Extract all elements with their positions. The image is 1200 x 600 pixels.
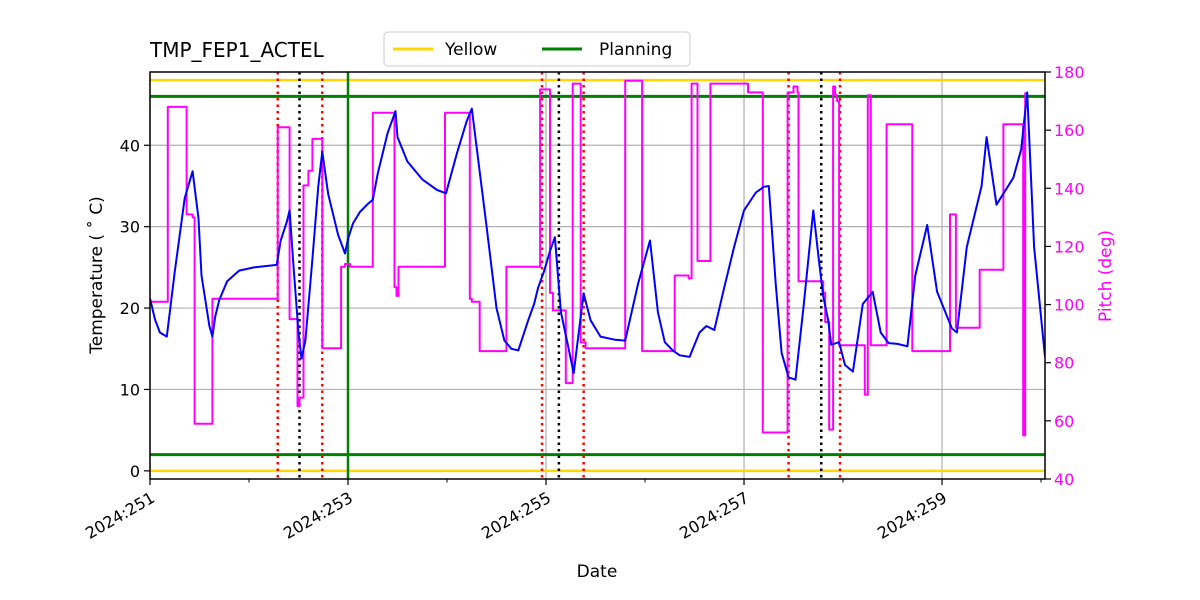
y2-tick-label: 140 — [1054, 179, 1085, 198]
y2-tick-label: 80 — [1054, 354, 1074, 373]
y-tick-label: 0 — [130, 462, 140, 481]
figure-background — [0, 0, 1200, 600]
legend: Yellow Planning — [383, 31, 691, 67]
y2-tick-label: 120 — [1054, 237, 1085, 256]
chart-title: TMP_FEP1_ACTEL — [149, 38, 325, 62]
y-tick-label: 10 — [120, 380, 140, 399]
y2-tick-label: 180 — [1054, 63, 1085, 82]
chart: TMP_FEP1_ACTEL Yellow Planning 2024:251 2… — [0, 0, 1200, 600]
x-axis-label: Date — [577, 562, 618, 582]
legend-label-planning: Planning — [599, 40, 672, 60]
y-axis-label: Temperature ( ˚ C) — [86, 196, 107, 355]
y-tick-label: 40 — [120, 136, 140, 155]
y2-tick-label: 40 — [1054, 470, 1074, 489]
y2-axis-label: Pitch (deg) — [1096, 230, 1116, 322]
y2-tick-label: 60 — [1054, 412, 1074, 431]
y-tick-label: 30 — [120, 218, 140, 237]
legend-label-yellow: Yellow — [444, 40, 497, 60]
y2-tick-label: 100 — [1054, 296, 1085, 315]
y-tick-label: 20 — [120, 299, 140, 318]
y2-tick-label: 160 — [1054, 121, 1085, 140]
